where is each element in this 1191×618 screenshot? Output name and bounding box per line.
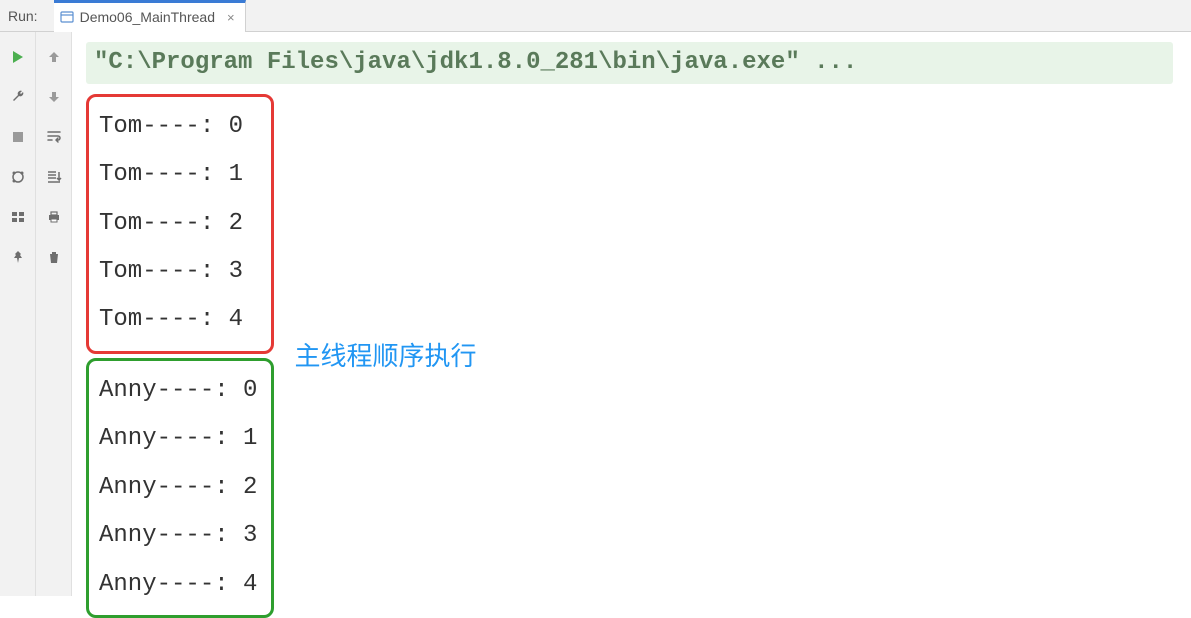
- trash-icon[interactable]: [43, 246, 65, 268]
- run-label: Run:: [8, 8, 38, 24]
- application-icon: [60, 10, 74, 24]
- wrench-icon[interactable]: [7, 86, 29, 108]
- output-line: Anny----: 2: [99, 464, 257, 512]
- output-line: Anny----: 1: [99, 415, 257, 463]
- output-line: Tom----: 0: [99, 103, 257, 151]
- output-line: Tom----: 2: [99, 200, 257, 248]
- output-boxes: Tom----: 0 Tom----: 1 Tom----: 2 Tom----…: [86, 94, 274, 618]
- output-group-1: Tom----: 0 Tom----: 1 Tom----: 2 Tom----…: [86, 94, 274, 354]
- output-area: Tom----: 0 Tom----: 1 Tom----: 2 Tom----…: [86, 94, 1177, 618]
- run-tool-header: Run: Demo06_MainThread ×: [0, 0, 1191, 32]
- down-arrow-icon[interactable]: [43, 86, 65, 108]
- output-group-2: Anny----: 0 Anny----: 1 Anny----: 2 Anny…: [86, 358, 274, 618]
- left-toolbar-1: [0, 32, 36, 596]
- output-line: Anny----: 4: [99, 561, 257, 609]
- run-tab[interactable]: Demo06_MainThread ×: [54, 0, 246, 32]
- stop-button[interactable]: [7, 126, 29, 148]
- layout-icon[interactable]: [7, 206, 29, 228]
- output-line: Anny----: 0: [99, 367, 257, 415]
- tab-label: Demo06_MainThread: [80, 9, 215, 25]
- annotation-text: 主线程顺序执行: [294, 338, 476, 374]
- close-icon[interactable]: ×: [227, 10, 235, 25]
- run-body: "C:\Program Files\java\jdk1.8.0_281\bin\…: [0, 32, 1191, 596]
- pin-icon[interactable]: [7, 246, 29, 268]
- rerun-button[interactable]: [7, 46, 29, 68]
- debug-restart-icon[interactable]: [7, 166, 29, 188]
- output-line: Tom----: 1: [99, 151, 257, 199]
- command-line: "C:\Program Files\java\jdk1.8.0_281\bin\…: [86, 42, 1173, 84]
- output-line: Anny----: 3: [99, 512, 257, 560]
- print-icon[interactable]: [43, 206, 65, 228]
- console-output[interactable]: "C:\Program Files\java\jdk1.8.0_281\bin\…: [72, 32, 1191, 596]
- output-line: Tom----: 4: [99, 296, 257, 344]
- scroll-to-end-icon[interactable]: [43, 166, 65, 188]
- left-toolbar-2: [36, 32, 72, 596]
- up-arrow-icon[interactable]: [43, 46, 65, 68]
- output-line: Tom----: 3: [99, 248, 257, 296]
- soft-wrap-icon[interactable]: [43, 126, 65, 148]
